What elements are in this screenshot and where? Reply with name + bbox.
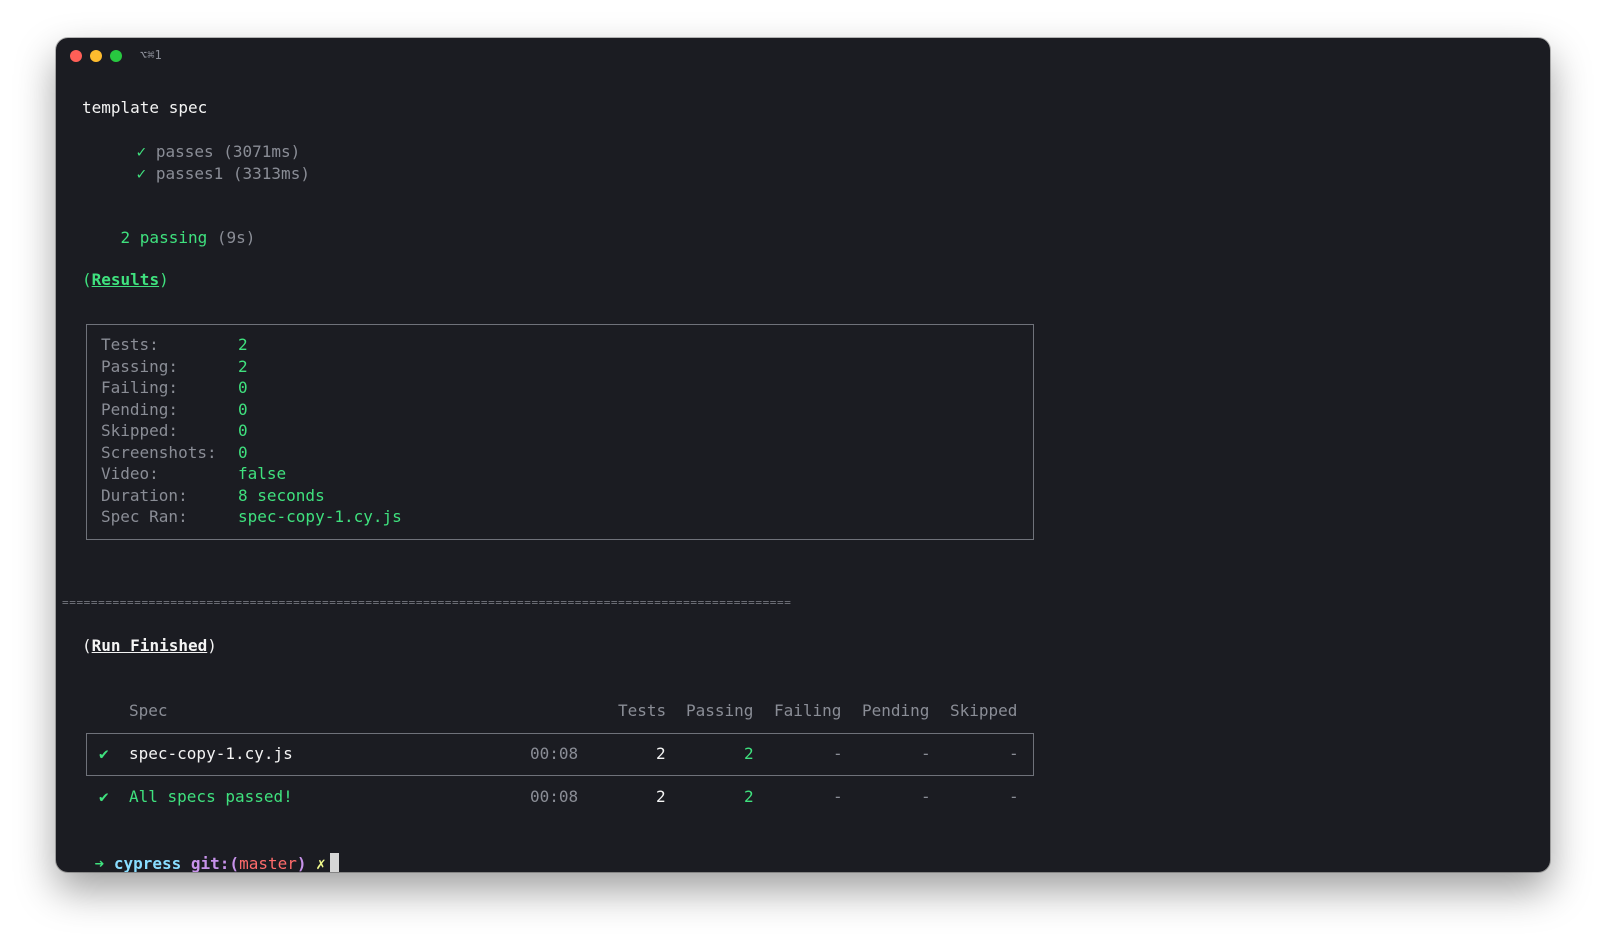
section-divider: ========================================… (62, 596, 792, 609)
results-value: spec-copy-1.cy.js (238, 507, 402, 526)
results-value: 2 (238, 357, 248, 376)
shell-prompt[interactable]: ➜ cypress git:(master) ✗ (56, 828, 339, 872)
column-header-pending: Pending (862, 701, 930, 720)
results-heading: (Results) (82, 270, 169, 289)
check-icon: ✓ (136, 164, 147, 183)
run-finished-heading-label: Run Finished (91, 636, 208, 655)
results-key: Skipped: (101, 421, 179, 440)
column-header-passing: Passing (686, 701, 754, 720)
results-key: Spec Ran: (101, 507, 188, 526)
zoom-window-button[interactable] (110, 50, 122, 62)
prompt-arrow-icon: ➜ (94, 854, 105, 872)
prompt-git-suffix: ) (296, 854, 307, 872)
results-key: Passing: (101, 357, 179, 376)
test-result-line: ✓ passes1 (3313ms) (98, 141, 310, 183)
total-failing-count: - (833, 787, 843, 806)
spec-skipped-count: - (1009, 744, 1019, 763)
results-value: 2 (238, 335, 248, 354)
total-passing-count: 2 (744, 787, 754, 806)
total-duration: 00:08 (530, 787, 579, 806)
spec-tests-count: 2 (656, 744, 666, 763)
results-value: 0 (238, 443, 248, 462)
all-specs-passed-label: All specs passed! (129, 787, 293, 806)
spec-duration: 00:08 (530, 744, 579, 763)
results-key: Failing: (101, 378, 179, 397)
tab-shortcut-label: ⌥⌘1 (140, 48, 162, 62)
test-result-line: ✓ passes (3071ms) (98, 119, 301, 161)
results-value: 0 (238, 378, 248, 397)
minimize-window-button[interactable] (90, 50, 102, 62)
terminal-window[interactable]: ⌥⌘1 template spec ✓ passes (3071ms) ✓ pa… (56, 38, 1550, 872)
column-header-skipped: Skipped (950, 701, 1018, 720)
results-value: 0 (238, 400, 248, 419)
spec-passing-count: 2 (744, 744, 754, 763)
results-key: Tests: (101, 335, 159, 354)
results-key: Video: (101, 464, 159, 483)
passing-summary: 2 passing (9s) (82, 205, 256, 247)
results-key: Pending: (101, 400, 179, 419)
results-key: Duration: (101, 486, 188, 505)
prompt-git-prefix: git:( (190, 854, 240, 872)
passing-duration: (9s) (216, 228, 256, 247)
spec-name: spec-copy-1.cy.js (129, 744, 293, 763)
column-header-tests: Tests (618, 701, 667, 720)
results-key: Screenshots: (101, 443, 217, 462)
suite-title: template spec (82, 98, 208, 117)
results-heading-label: Results (91, 270, 160, 289)
total-pending-count: - (921, 787, 931, 806)
total-tests-count: 2 (656, 787, 666, 806)
title-bar: ⌥⌘1 (56, 38, 1550, 74)
results-value: 8 seconds (238, 486, 325, 505)
prompt-directory: cypress (113, 854, 182, 872)
prompt-dirty-icon: ✗ (316, 854, 326, 872)
all-passed-icon: ✔ (99, 787, 109, 806)
results-value: 0 (238, 421, 248, 440)
results-table: Tests: 2 Passing: 2 Failing: 0 Pending: 0 Sk… (86, 324, 1034, 540)
total-skipped-count: - (1009, 787, 1019, 806)
prompt-git-branch: master (239, 854, 297, 872)
results-value: false (238, 464, 287, 483)
test-time: (3313ms) (232, 164, 310, 183)
column-header-spec: Spec (129, 701, 168, 720)
spec-passed-icon: ✔ (99, 744, 109, 763)
passing-count: 2 passing (120, 228, 208, 247)
text-cursor[interactable] (329, 853, 339, 872)
close-window-button[interactable] (70, 50, 82, 62)
spec-pending-count: - (921, 744, 931, 763)
run-finished-heading: (Run Finished) (82, 636, 217, 655)
column-header-failing: Failing (774, 701, 842, 720)
spec-failing-count: - (833, 744, 843, 763)
test-name: passes1 (155, 164, 224, 183)
